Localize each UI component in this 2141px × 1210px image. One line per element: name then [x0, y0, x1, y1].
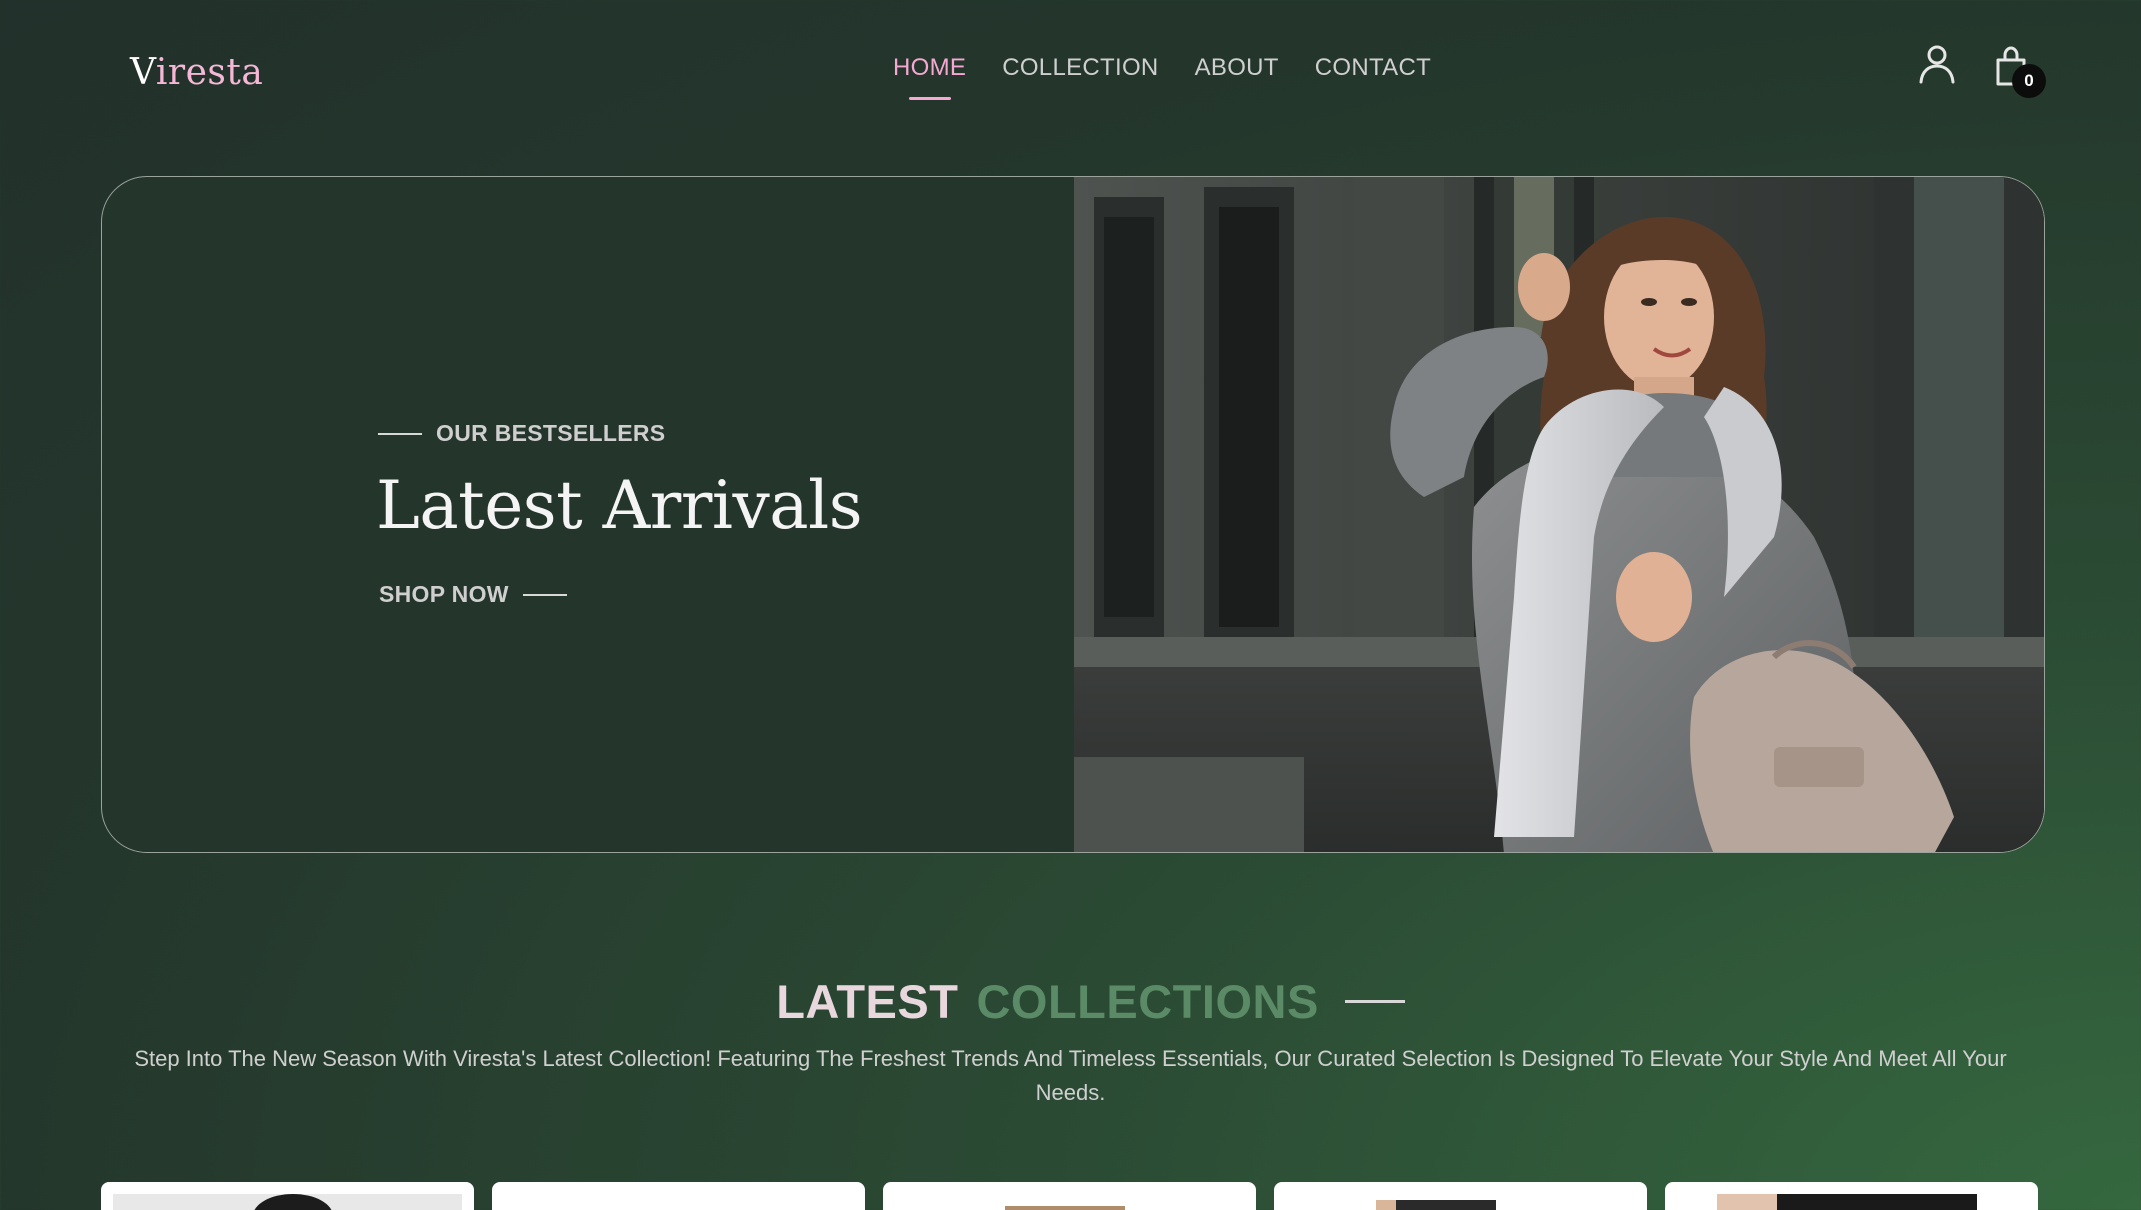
hero-banner: OUR BESTSELLERS Latest Arrivals SHOP NOW: [101, 176, 2045, 853]
collections-description: Step Into The New Season With Viresta's …: [134, 1046, 2007, 1105]
product-grid: [101, 1182, 2041, 1210]
hero-title: Latest Arrivals: [376, 467, 863, 544]
nav-item-contact[interactable]: CONTACT: [1315, 54, 1431, 82]
product-image: [895, 1194, 1244, 1210]
product-image: [1286, 1194, 1635, 1210]
product-card[interactable]: [101, 1182, 474, 1210]
product-image: [504, 1194, 853, 1210]
product-card[interactable]: [492, 1182, 865, 1210]
eyebrow-divider: [378, 432, 422, 435]
site-header: Viresta HOME COLLECTION ABOUT CONTACT 0: [0, 0, 2141, 140]
brand-logo-rest: iresta: [155, 52, 264, 93]
shop-now-divider: [522, 593, 567, 596]
nav-item-about[interactable]: ABOUT: [1195, 54, 1279, 82]
nav-item-home[interactable]: HOME: [893, 54, 966, 82]
hero-eyebrow: OUR BESTSELLERS: [378, 420, 665, 447]
shop-now-link[interactable]: SHOP NOW: [379, 581, 567, 608]
brand-logo[interactable]: Viresta: [130, 52, 263, 93]
cart-count-badge: 0: [2012, 64, 2046, 98]
main-nav: HOME COLLECTION ABOUT CONTACT: [893, 54, 1431, 82]
latest-collections-heading: LATEST COLLECTIONS: [0, 974, 2141, 1029]
product-card[interactable]: [1665, 1182, 2038, 1210]
product-image: [113, 1194, 462, 1210]
heading-divider: [1344, 1000, 1405, 1003]
hero-model-photo: [1074, 177, 2044, 852]
product-card[interactable]: [1274, 1182, 1647, 1210]
hero-eyebrow-text: OUR BESTSELLERS: [436, 420, 666, 446]
shop-now-label: SHOP NOW: [379, 581, 509, 607]
nav-item-collection[interactable]: COLLECTION: [1002, 54, 1158, 82]
user-icon[interactable]: [1918, 44, 1956, 84]
brand-logo-initial: V: [130, 52, 156, 93]
product-card[interactable]: [883, 1182, 1256, 1210]
product-image: [1677, 1194, 2026, 1210]
hero-text-panel: OUR BESTSELLERS Latest Arrivals SHOP NOW: [102, 177, 1074, 852]
heading-word-latest: LATEST: [776, 975, 959, 1028]
heading-word-collections: COLLECTIONS: [976, 975, 1319, 1028]
